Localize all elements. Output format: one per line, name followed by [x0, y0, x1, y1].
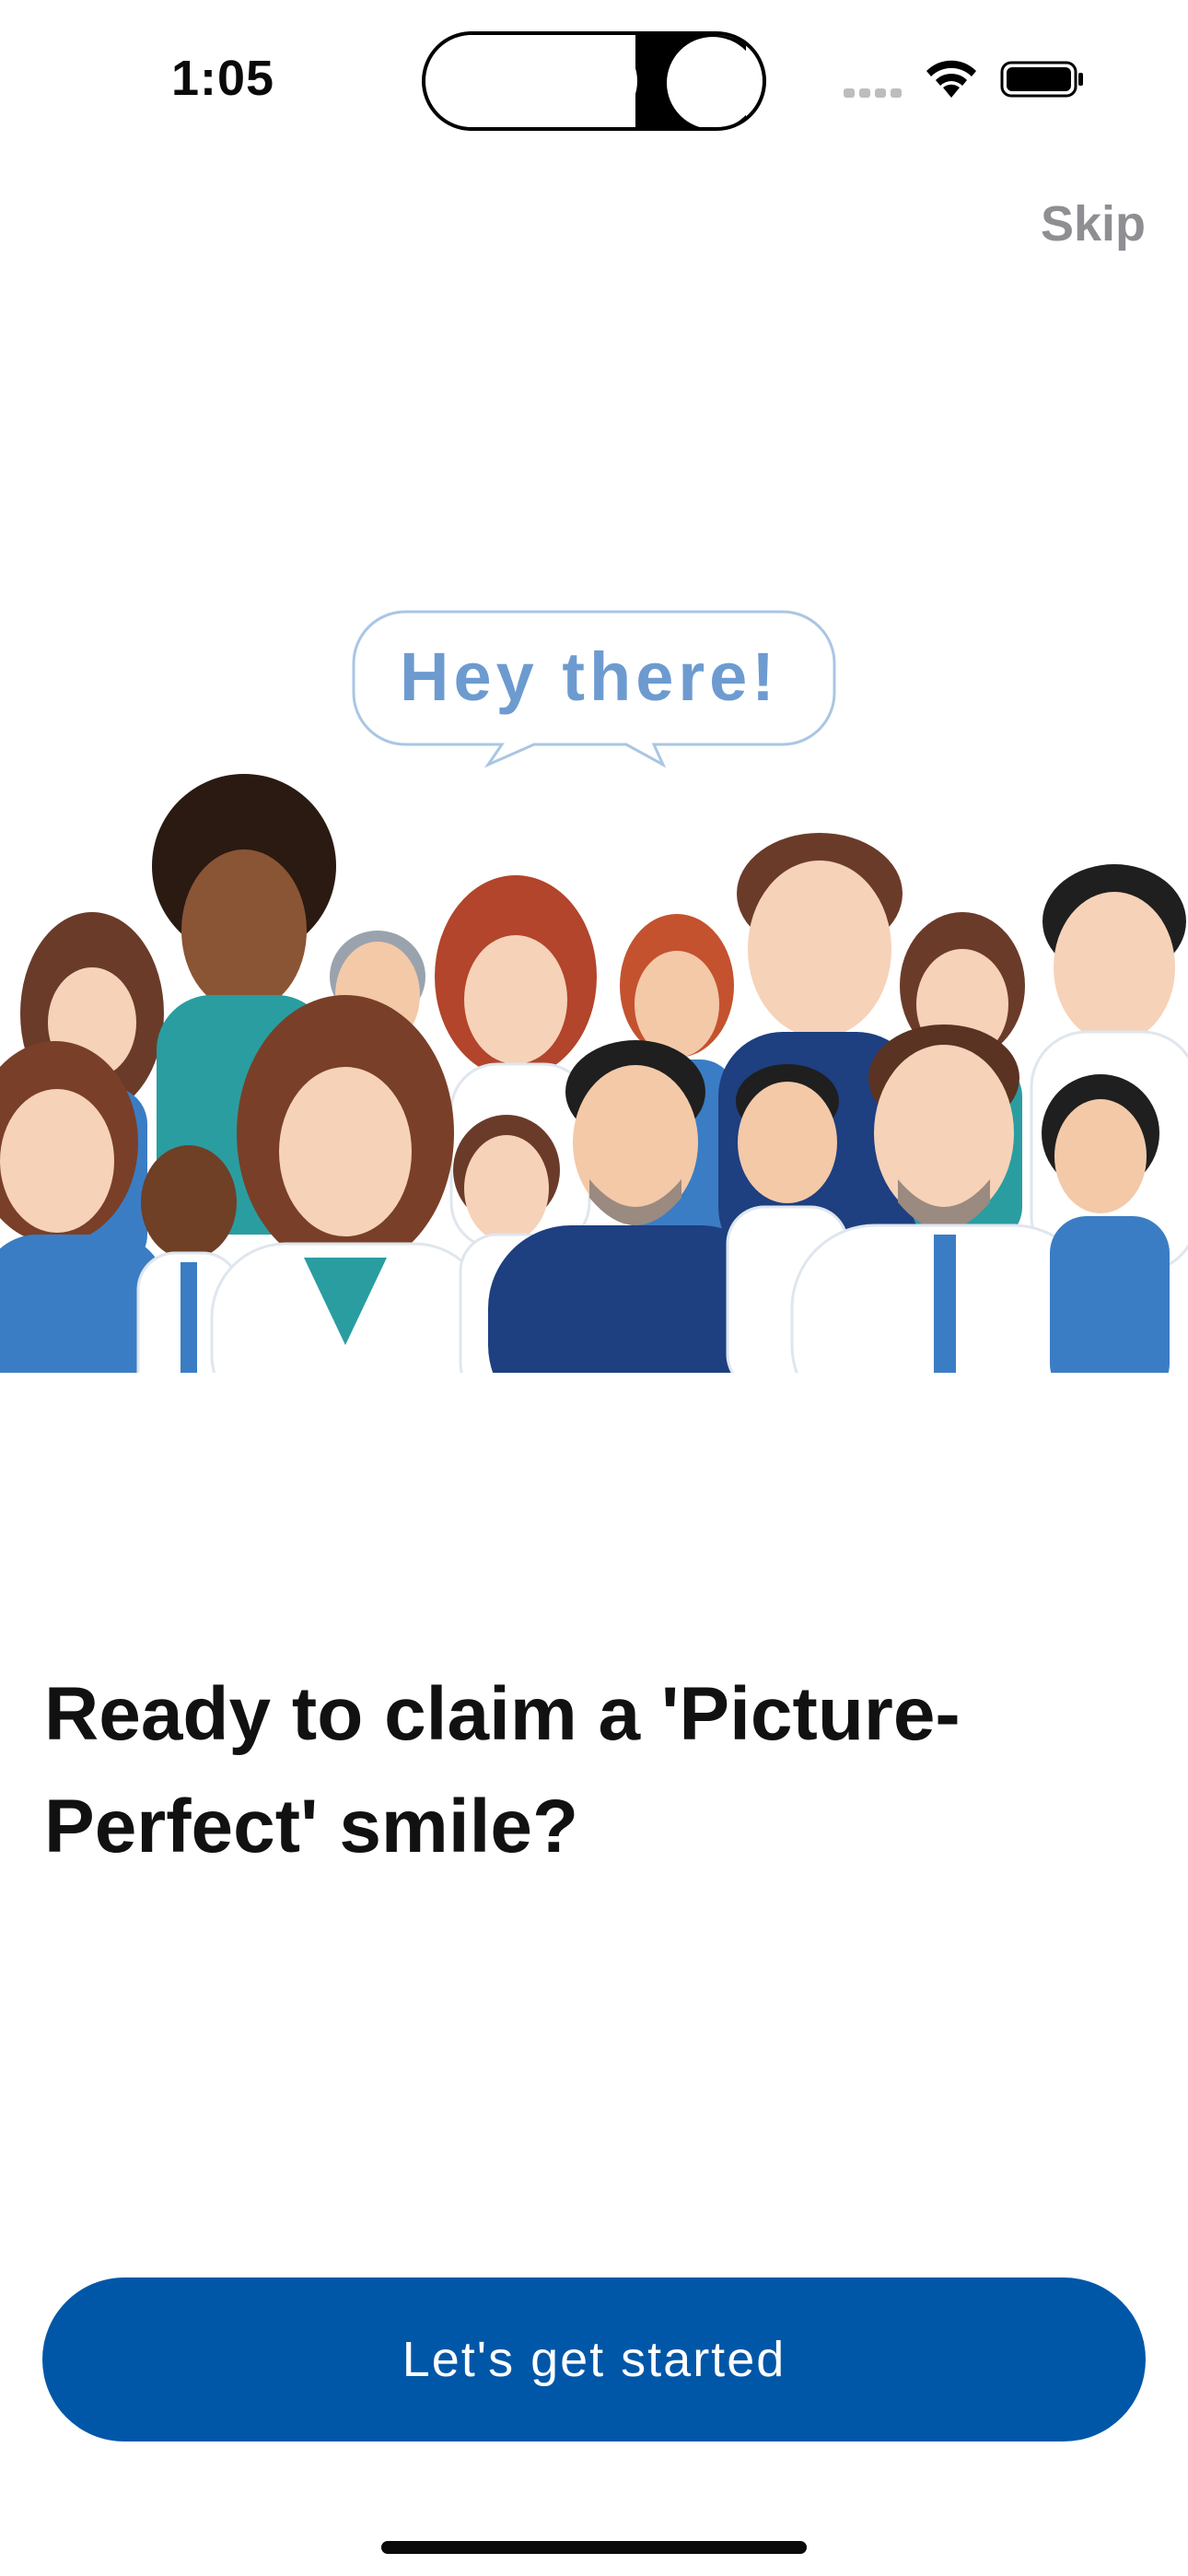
- dynamic-island: [422, 31, 766, 131]
- onboarding-screen: 1:05 Skip Hey there! Ready to claim a 'P…: [0, 0, 1188, 2576]
- home-indicator[interactable]: [381, 2541, 807, 2554]
- battery-icon: [1000, 61, 1083, 98]
- get-started-button[interactable]: Let's get started: [42, 2277, 1146, 2441]
- status-bar: 1:05: [0, 0, 1188, 157]
- onboarding-headline: Ready to claim a 'Picture-Perfect' smile…: [44, 1672, 961, 1868]
- wifi-icon: [926, 60, 976, 98]
- doctors-group-illustration: [0, 774, 1188, 1373]
- status-time: 1:05: [171, 51, 275, 106]
- cellular-signal-icon: [844, 88, 903, 98]
- skip-button[interactable]: Skip: [1041, 195, 1146, 252]
